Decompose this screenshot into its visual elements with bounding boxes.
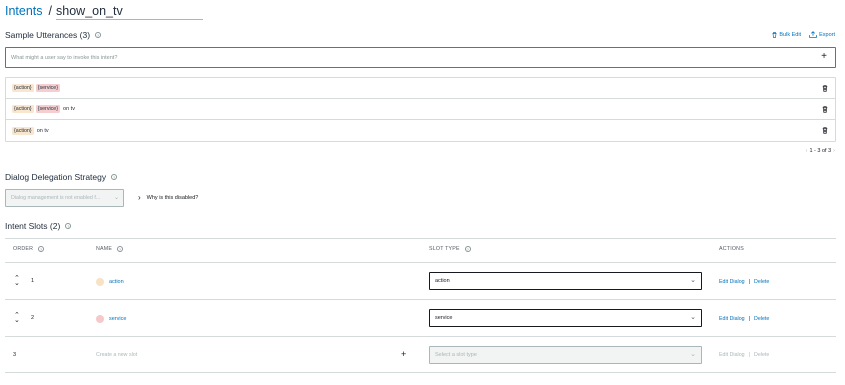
column-slot-type-label: SLOT TYPE bbox=[429, 246, 460, 252]
add-slot-icon[interactable]: + bbox=[401, 350, 406, 359]
breadcrumb: Intents / show_on_tv bbox=[5, 4, 204, 22]
utterance-text: on tv bbox=[63, 106, 75, 112]
export-icon bbox=[809, 31, 817, 38]
dialog-delegation-value: Dialog management is not enabled f... bbox=[11, 195, 101, 201]
table-divider bbox=[5, 336, 836, 337]
edit-dialog-link[interactable]: Edit Dialog bbox=[719, 279, 745, 285]
slot-chip-service: {service} bbox=[35, 84, 61, 92]
prev-page-icon[interactable]: ‹ bbox=[806, 148, 808, 154]
next-page-icon[interactable]: › bbox=[833, 148, 835, 154]
column-order-label: ORDER bbox=[13, 246, 34, 252]
utterance-input[interactable] bbox=[11, 48, 801, 67]
why-disabled-link[interactable]: › Why is this disabled? bbox=[138, 193, 198, 202]
why-disabled-label: Why is this disabled? bbox=[146, 194, 199, 201]
new-slot-type-placeholder: Select a slot type bbox=[435, 352, 477, 358]
chevron-down-icon: ⌄ bbox=[690, 351, 696, 358]
delete-icon[interactable] bbox=[822, 127, 828, 134]
edit-dialog-link[interactable]: Edit Dialog bbox=[719, 316, 745, 322]
slot-name-link[interactable]: service bbox=[109, 316, 126, 322]
dialog-delegation-title: Dialog Delegation Strategy bbox=[5, 172, 107, 182]
reorder-icon[interactable]: ⌃ ⌄ bbox=[14, 312, 20, 324]
new-slot-actions: Edit Dialog | Delete bbox=[719, 352, 769, 358]
slot-actions: Edit Dialog | Delete bbox=[719, 279, 769, 285]
column-header-actions: ACTIONS bbox=[719, 246, 744, 252]
action-separator: | bbox=[748, 279, 751, 285]
export-button[interactable]: Export bbox=[809, 31, 835, 38]
new-slot-order: 3 bbox=[13, 352, 17, 358]
action-separator: | bbox=[748, 352, 751, 358]
slot-order: 2 bbox=[31, 315, 35, 321]
table-divider bbox=[5, 299, 836, 300]
column-header-order: ORDER ? bbox=[13, 246, 45, 252]
delete-icon[interactable] bbox=[822, 85, 828, 92]
column-header-slot-type: SLOT TYPE ? bbox=[429, 246, 471, 252]
add-utterance-icon[interactable]: + bbox=[821, 52, 827, 62]
slot-order: 1 bbox=[31, 278, 35, 284]
help-icon[interactable]: ? bbox=[464, 246, 471, 252]
sample-utterances-title: Sample Utterances (3) bbox=[5, 30, 91, 40]
slot-name-link[interactable]: action bbox=[109, 279, 124, 285]
chevron-right-icon: › bbox=[138, 193, 141, 202]
edit-dialog-link: Edit Dialog bbox=[719, 352, 745, 358]
intent-slots-heading: Intent Slots (2) ? bbox=[5, 221, 72, 231]
chevron-down-icon: ⌄ bbox=[690, 277, 696, 284]
dialog-delegation-select[interactable]: Dialog management is not enabled f... ⌄ bbox=[5, 189, 124, 207]
pagination: ‹ 1 - 3 of 3 › bbox=[806, 148, 835, 154]
slot-color-dot bbox=[96, 315, 104, 323]
utterance-row[interactable]: {action} {service} bbox=[6, 78, 835, 99]
delete-slot-link[interactable]: Delete bbox=[754, 279, 769, 285]
table-divider bbox=[5, 372, 836, 373]
pagination-text: 1 - 3 of 3 bbox=[809, 148, 832, 154]
sample-utterances-heading: Sample Utterances (3) ? bbox=[5, 30, 102, 40]
action-separator: | bbox=[748, 316, 751, 322]
column-actions-label: ACTIONS bbox=[719, 246, 744, 252]
slot-type-select[interactable]: action ⌄ bbox=[429, 272, 702, 290]
delete-slot-link: Delete bbox=[754, 352, 770, 358]
slot-chip-action: {action} bbox=[12, 84, 34, 92]
chevron-down-icon: ⌄ bbox=[113, 195, 119, 201]
bulk-edit-button[interactable]: Bulk Edit bbox=[772, 32, 801, 38]
help-icon[interactable]: ? bbox=[111, 174, 118, 180]
new-slot-type-select[interactable]: Select a slot type ⌄ bbox=[429, 346, 702, 364]
slot-chip-action: {action} bbox=[12, 105, 34, 113]
help-icon[interactable]: ? bbox=[117, 246, 124, 252]
intent-slots-title: Intent Slots (2) bbox=[5, 221, 61, 231]
slot-chip-action: {action} bbox=[12, 126, 34, 135]
help-icon[interactable]: ? bbox=[95, 32, 102, 38]
column-header-name: NAME ? bbox=[96, 246, 124, 252]
delete-icon[interactable] bbox=[822, 106, 828, 113]
slot-type-select[interactable]: service ⌄ bbox=[429, 309, 702, 327]
column-name-label: NAME bbox=[96, 246, 113, 252]
slot-type-value: service bbox=[435, 315, 453, 321]
bulk-edit-label: Bulk Edit bbox=[779, 31, 802, 38]
breadcrumb-intents-link[interactable]: Intents bbox=[5, 4, 43, 18]
slot-type-value: action bbox=[435, 278, 450, 284]
delete-slot-link[interactable]: Delete bbox=[754, 316, 769, 322]
help-icon[interactable]: ? bbox=[65, 223, 72, 229]
reorder-icon[interactable]: ⌃ ⌄ bbox=[14, 275, 20, 287]
utterance-toolbar: Bulk Edit Export bbox=[772, 31, 835, 38]
utterance-row[interactable]: {action} on tv bbox=[6, 120, 835, 141]
table-divider bbox=[5, 238, 836, 239]
breadcrumb-separator: / bbox=[48, 4, 53, 18]
utterance-input-box: + bbox=[5, 47, 836, 68]
slot-chip-service: {service} bbox=[35, 105, 61, 113]
chevron-down-icon: ⌄ bbox=[690, 314, 696, 321]
help-icon[interactable]: ? bbox=[38, 246, 45, 252]
slot-color-dot bbox=[96, 278, 104, 286]
utterance-row[interactable]: {action} {service} on tv bbox=[6, 99, 835, 120]
trash-icon bbox=[772, 31, 777, 38]
table-divider bbox=[5, 262, 836, 263]
export-label: Export bbox=[819, 31, 835, 38]
slot-actions: Edit Dialog | Delete bbox=[719, 316, 769, 322]
dialog-delegation-heading: Dialog Delegation Strategy ? bbox=[5, 172, 118, 182]
intent-name-field[interactable]: show_on_tv bbox=[56, 4, 204, 20]
utterance-text: on tv bbox=[36, 127, 49, 134]
slots-table: ORDER ? NAME ? SLOT TYPE ? ACTIONS ⌃ ⌄ 1 … bbox=[5, 238, 836, 378]
new-slot-input[interactable]: Create a new slot bbox=[96, 352, 137, 358]
utterance-list: {action} {service} {action} {service} on… bbox=[5, 77, 836, 142]
